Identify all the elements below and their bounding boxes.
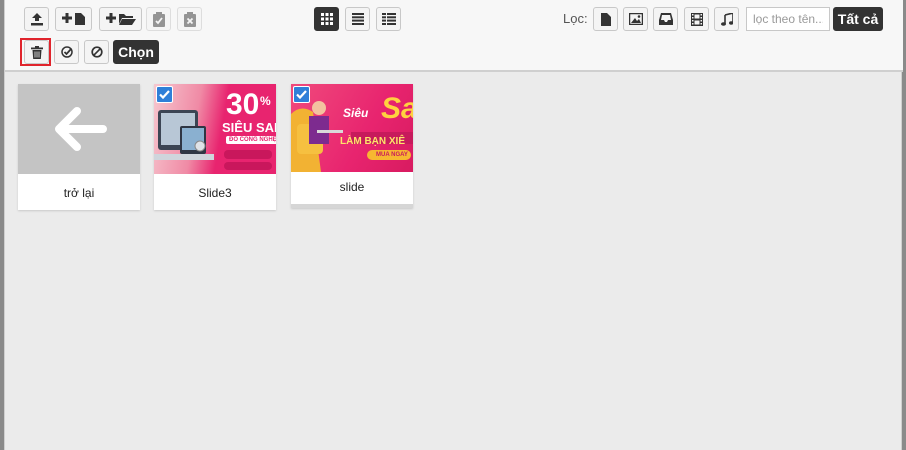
filter-file-button[interactable] <box>593 7 618 31</box>
promo-percent: % <box>260 94 271 108</box>
deselect-button[interactable] <box>84 40 109 64</box>
clear-clipboard-icon <box>183 11 196 27</box>
filter-all-button[interactable]: Tất cả <box>833 7 883 31</box>
paste-icon <box>152 11 165 27</box>
music-icon <box>720 12 733 26</box>
promo-line2: Sa <box>381 92 413 125</box>
file-tile[interactable]: Siêu Sa LÀM BẠN XIÊ MUA NGAY slide <box>291 84 413 208</box>
clear-clipboard-button[interactable] <box>177 7 202 31</box>
add-folder-icon <box>105 13 136 25</box>
image-thumbnail: Siêu Sa LÀM BẠN XIÊ MUA NGAY <box>291 84 413 172</box>
upload-icon <box>30 13 43 26</box>
filter-label: Lọc: <box>563 11 588 26</box>
selected-checkbox[interactable] <box>293 86 310 103</box>
list-view-button[interactable] <box>345 7 370 31</box>
choose-button[interactable]: Chọn <box>113 40 159 64</box>
grid-view-button[interactable] <box>314 7 339 31</box>
filter-image-button[interactable] <box>623 7 648 31</box>
checkbox-checked-icon <box>296 90 307 100</box>
filter-audio-button[interactable] <box>714 7 739 31</box>
columns-view-icon <box>381 13 396 25</box>
image-thumbnail: 30 % SIÊU SAL ĐỒ CÔNG NGHỆ <box>154 84 276 174</box>
check-circle-icon <box>60 46 73 58</box>
delete-button-highlight <box>20 38 51 66</box>
select-all-button[interactable] <box>54 40 79 64</box>
file-icon <box>600 12 611 26</box>
selected-checkbox[interactable] <box>156 86 173 103</box>
filter-video-button[interactable] <box>684 7 709 31</box>
back-thumbnail <box>18 84 140 174</box>
paste-button[interactable] <box>146 7 171 31</box>
filter-archive-button[interactable] <box>653 7 678 31</box>
file-manager-dialog: Lọc: Tất cả Chọn <box>4 0 903 450</box>
file-name: trở lại <box>63 186 95 200</box>
promo-line2: ĐỒ CÔNG NGHỆ <box>226 136 276 144</box>
promo-big-number: 30 <box>226 88 260 121</box>
list-view-icon <box>351 13 364 25</box>
new-file-button[interactable] <box>55 7 92 31</box>
columns-view-button[interactable] <box>376 7 401 31</box>
add-file-icon <box>61 13 85 25</box>
archive-icon <box>658 13 673 25</box>
file-name: Slide3 <box>198 186 232 200</box>
file-tile[interactable]: 30 % SIÊU SAL ĐỒ CÔNG NGHỆ Slide3 <box>154 84 276 210</box>
ban-icon <box>90 46 103 58</box>
image-icon <box>628 13 643 25</box>
promo-line1: Siêu <box>343 106 369 120</box>
promo-line3: LÀM BẠN XIÊ <box>340 136 405 147</box>
arrow-left-icon <box>55 107 107 151</box>
file-name: slide <box>291 172 413 208</box>
back-tile[interactable]: trở lại <box>18 84 140 210</box>
new-folder-button[interactable] <box>99 7 142 31</box>
video-icon <box>690 12 703 26</box>
upload-button[interactable] <box>24 7 49 31</box>
toolbar: Lọc: Tất cả Chọn <box>5 0 903 72</box>
grid-view-icon <box>320 13 333 25</box>
promo-line4: MUA NGAY <box>376 152 408 158</box>
filter-search-input[interactable] <box>746 7 830 31</box>
checkbox-checked-icon <box>159 90 170 100</box>
promo-line1: SIÊU SAL <box>222 120 276 135</box>
